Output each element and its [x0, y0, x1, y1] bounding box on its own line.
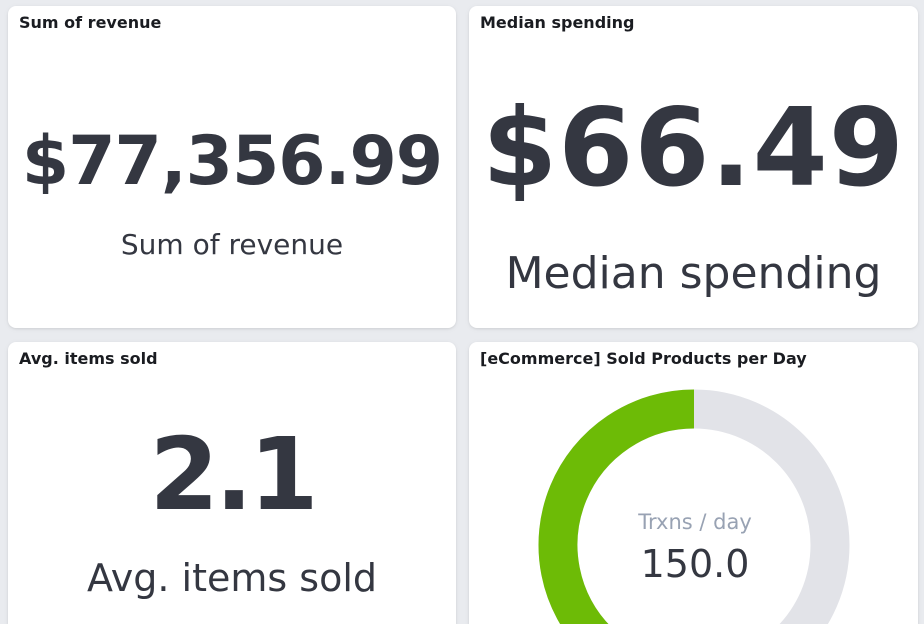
metric-label: Avg. items sold [87, 556, 377, 600]
revenue-metric-panel[interactable]: Sum of revenue $77,356.99 Sum of revenue [8, 6, 456, 328]
sold-products-gauge-panel[interactable]: [eCommerce] Sold Products per Day Trxns … [469, 342, 918, 624]
gauge-unit-label: Trxns / day [638, 510, 752, 534]
panel-title: Sum of revenue [19, 13, 162, 32]
avg-items-sold-panel[interactable]: Avg. items sold 2.1 Avg. items sold [8, 342, 456, 624]
dashboard-grid: Sum of revenue $77,356.99 Sum of revenue… [0, 0, 924, 624]
metric-value: $77,356.99 [21, 122, 443, 201]
metric-value: 2.1 [149, 416, 318, 533]
gauge-value: 150.0 [640, 542, 750, 586]
median-spending-panel[interactable]: Median spending $66.49 Median spending [469, 6, 918, 328]
metric-label: Sum of revenue [120, 228, 344, 261]
panel-title: Avg. items sold [19, 349, 158, 368]
metric-label: Median spending [505, 248, 882, 299]
metric-value: $66.49 [482, 86, 905, 211]
panel-title: Median spending [480, 13, 635, 32]
